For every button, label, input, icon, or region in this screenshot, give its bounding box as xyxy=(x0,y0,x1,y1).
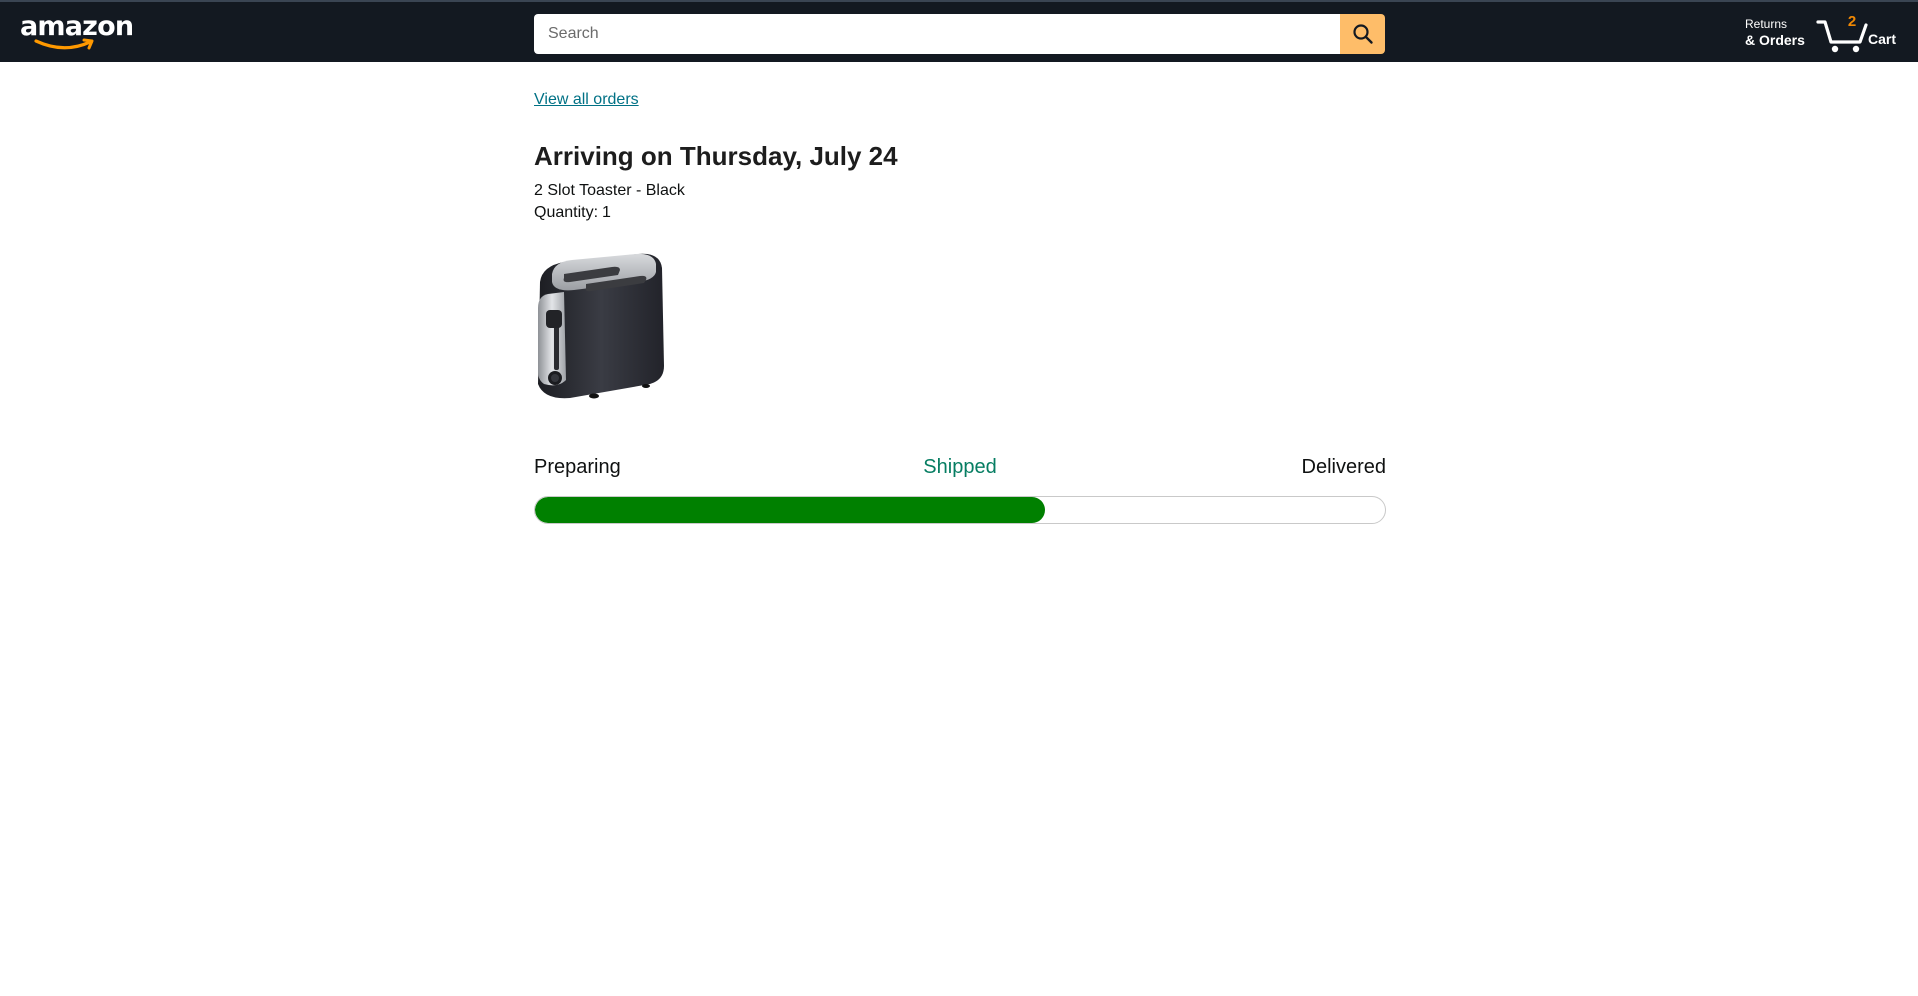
top-navigation-bar: amazon Returns & Orders 2 Cart xyxy=(0,0,1918,62)
arrival-date-heading: Arriving on Thursday, July 24 xyxy=(534,141,898,171)
progress-bar-fill xyxy=(535,497,1045,523)
search-input[interactable] xyxy=(534,14,1340,54)
search-button[interactable] xyxy=(1340,14,1385,54)
cart-icon xyxy=(1816,20,1868,53)
product-name: 2 Slot Toaster - Black xyxy=(534,182,685,199)
quantity-value: 1 xyxy=(602,204,611,221)
step-delivered: Delivered xyxy=(1301,456,1386,478)
search-bar xyxy=(534,14,1385,54)
step-preparing: Preparing xyxy=(534,456,621,478)
toaster-image[interactable] xyxy=(534,248,666,400)
search-icon xyxy=(1352,24,1373,44)
cart-count-badge: 2 xyxy=(1847,13,1857,30)
shipment-tracker: Preparing Shipped Delivered xyxy=(534,452,1386,532)
view-all-orders-link[interactable]: View all orders xyxy=(534,91,639,109)
amazon-logo[interactable]: amazon xyxy=(20,12,134,54)
quantity-label: Quantity: xyxy=(534,204,599,221)
amazon-smile-icon xyxy=(34,38,94,50)
step-shipped: Shipped xyxy=(923,456,997,478)
cart-button[interactable]: 2 Cart xyxy=(1816,14,1912,54)
cart-label: Cart xyxy=(1868,31,1897,47)
progress-bar xyxy=(534,496,1386,524)
returns-and-orders-link[interactable]: Returns & Orders xyxy=(1745,16,1805,48)
returns-label: Returns xyxy=(1745,17,1788,31)
product-quantity: Quantity: 1 xyxy=(534,204,611,222)
orders-label: & Orders xyxy=(1745,32,1805,48)
